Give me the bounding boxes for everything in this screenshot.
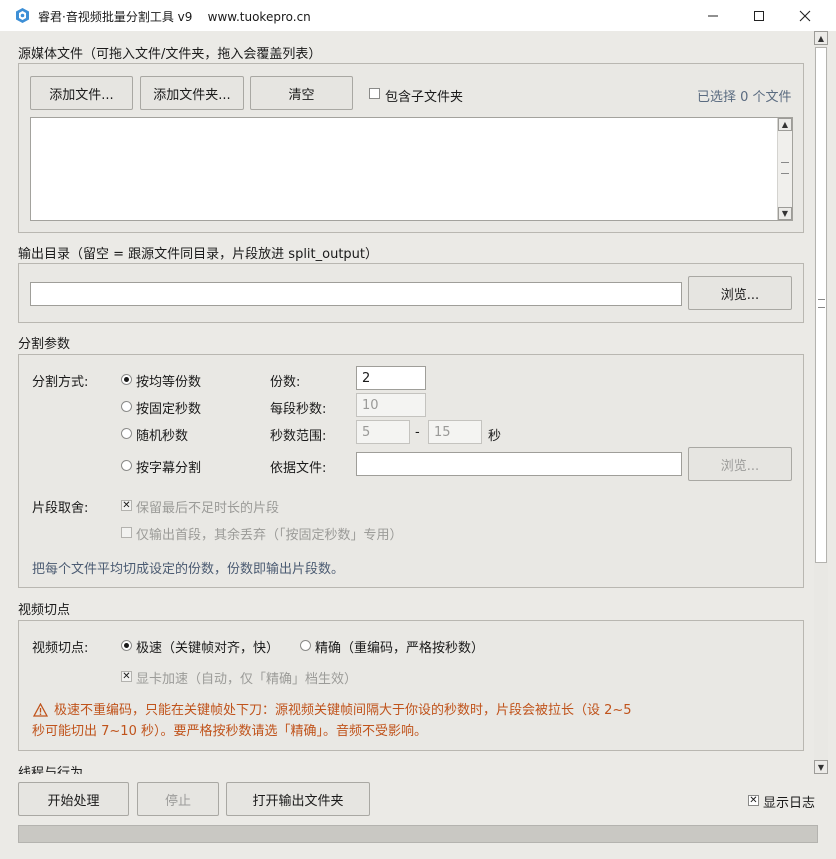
subtitle-file-label: 依据文件: <box>270 461 327 476</box>
video-cut-label: 视频切点: <box>32 641 89 656</box>
scroll-up-arrow-icon[interactable]: ▲ <box>778 118 792 131</box>
range-max-input[interactable]: 15 <box>428 420 482 444</box>
output-group-title: 输出目录（留空 = 跟源文件同目录，片段放进 split_output） <box>18 247 379 262</box>
maximize-icon <box>754 10 764 21</box>
range-unit: 秒 <box>488 429 502 444</box>
split-hint-text: 把每个文件平均切成设定的份数，份数即输出片段数。 <box>32 562 345 577</box>
title-bar: 睿君·音视频批量分割工具 v9 www.tuokepro.cn <box>0 0 836 31</box>
method-equal-parts-label: 按均等份数 <box>136 375 202 390</box>
selected-count-text: 已选择 0 个文件 <box>697 90 792 105</box>
add-files-button[interactable]: 添加文件... <box>30 76 133 110</box>
threads-group-title-clip: 线程与行为 <box>18 762 318 774</box>
scroll-grip-icon <box>781 162 789 174</box>
output-browse-button[interactable]: 浏览... <box>688 276 792 310</box>
scroll-down-arrow-icon[interactable]: ▼ <box>778 207 792 220</box>
clear-button[interactable]: 清空 <box>250 76 353 110</box>
video-group-title: 视频切点 <box>18 603 71 618</box>
split-group-title: 分割参数 <box>18 337 71 352</box>
cut-fast-radio[interactable] <box>121 640 132 651</box>
seconds-label: 每段秒数: <box>270 402 327 417</box>
range-label: 秒数范围: <box>270 429 327 444</box>
stop-button[interactable]: 停止 <box>137 782 219 816</box>
start-button[interactable]: 开始处理 <box>18 782 129 816</box>
range-dash: - <box>415 425 420 440</box>
minimize-button[interactable] <box>690 0 736 31</box>
main-scroll-grip-icon <box>818 299 825 308</box>
main-scroll-down-arrow-icon[interactable]: ▼ <box>814 760 828 774</box>
subtitle-browse-button[interactable]: 浏览... <box>688 447 792 481</box>
add-folder-button[interactable]: 添加文件夹... <box>140 76 244 110</box>
first-only-checkbox[interactable] <box>121 527 132 538</box>
method-random-seconds-label: 随机秒数 <box>136 429 189 444</box>
method-random-seconds-radio[interactable] <box>121 428 132 439</box>
method-fixed-seconds-radio[interactable] <box>121 401 132 412</box>
keep-last-label: 保留最后不足时长的片段 <box>136 501 280 516</box>
method-fixed-seconds-label: 按固定秒数 <box>136 402 202 417</box>
cut-precise-radio[interactable] <box>300 640 311 651</box>
close-button[interactable] <box>782 0 828 31</box>
source-file-list[interactable] <box>30 117 793 221</box>
split-method-label: 分割方式: <box>32 375 89 390</box>
keep-label: 片段取舍: <box>32 501 89 516</box>
method-equal-parts-radio[interactable] <box>121 374 132 385</box>
main-scroll-thumb[interactable] <box>815 47 827 563</box>
warning-line-2: 秒可能切出 7~10 秒）。要严格按秒数请选「精确」。音频不受影响。 <box>32 724 427 739</box>
keep-last-checkbox[interactable]: ✕ <box>121 500 132 511</box>
cut-precise-label: 精确（重编码，严格按秒数） <box>315 641 485 656</box>
cut-fast-label: 极速（关键帧对齐，快） <box>136 641 280 656</box>
threads-group-title: 线程与行为 <box>18 766 84 774</box>
minimize-icon <box>708 15 718 16</box>
show-log-checkbox[interactable]: ✕ <box>748 795 759 806</box>
seconds-input[interactable]: 10 <box>356 393 426 417</box>
range-min-input[interactable]: 5 <box>356 420 410 444</box>
include-subfolders-checkbox[interactable] <box>369 88 380 99</box>
include-subfolders-label: 包含子文件夹 <box>385 90 464 105</box>
gpu-accel-checkbox[interactable]: ✕ <box>121 671 132 682</box>
first-only-label: 仅输出首段，其余丢弃（「按固定秒数」专用） <box>136 528 403 543</box>
parts-label: 份数: <box>270 375 301 390</box>
warning-line-1: 极速不重编码，只能在关键帧处下刀：源视频关键帧间隔大于你设的秒数时，片段会被拉长… <box>54 703 632 718</box>
method-subtitle-label: 按字幕分割 <box>136 461 202 476</box>
gpu-accel-label: 显卡加速（自动，仅「精确」档生效） <box>136 672 358 687</box>
show-log-label: 显示日志 <box>763 796 816 811</box>
maximize-button[interactable] <box>736 0 782 31</box>
source-group-title: 源媒体文件（可拖入文件/文件夹，拖入会覆盖列表） <box>18 47 322 62</box>
close-icon <box>799 10 811 21</box>
window-title: 睿君·音视频批量分割工具 v9 www.tuokepro.cn <box>38 10 311 24</box>
main-scroll-up-arrow-icon[interactable]: ▲ <box>814 31 828 45</box>
open-output-folder-button[interactable]: 打开输出文件夹 <box>226 782 370 816</box>
app-logo-icon <box>16 8 29 23</box>
method-subtitle-radio[interactable] <box>121 460 132 471</box>
parts-input[interactable]: 2 <box>356 366 426 390</box>
output-dir-input[interactable] <box>30 282 682 306</box>
fast-mode-warning: 极速不重编码，只能在关键帧处下刀：源视频关键帧间隔大于你设的秒数时，片段会被拉长… <box>32 700 652 742</box>
subtitle-file-input[interactable] <box>356 452 682 476</box>
main-scrollbar[interactable]: ▲ ▼ <box>814 31 828 774</box>
file-list-scrollbar[interactable]: ▲ ▼ <box>777 118 792 220</box>
progress-bar <box>18 825 818 843</box>
